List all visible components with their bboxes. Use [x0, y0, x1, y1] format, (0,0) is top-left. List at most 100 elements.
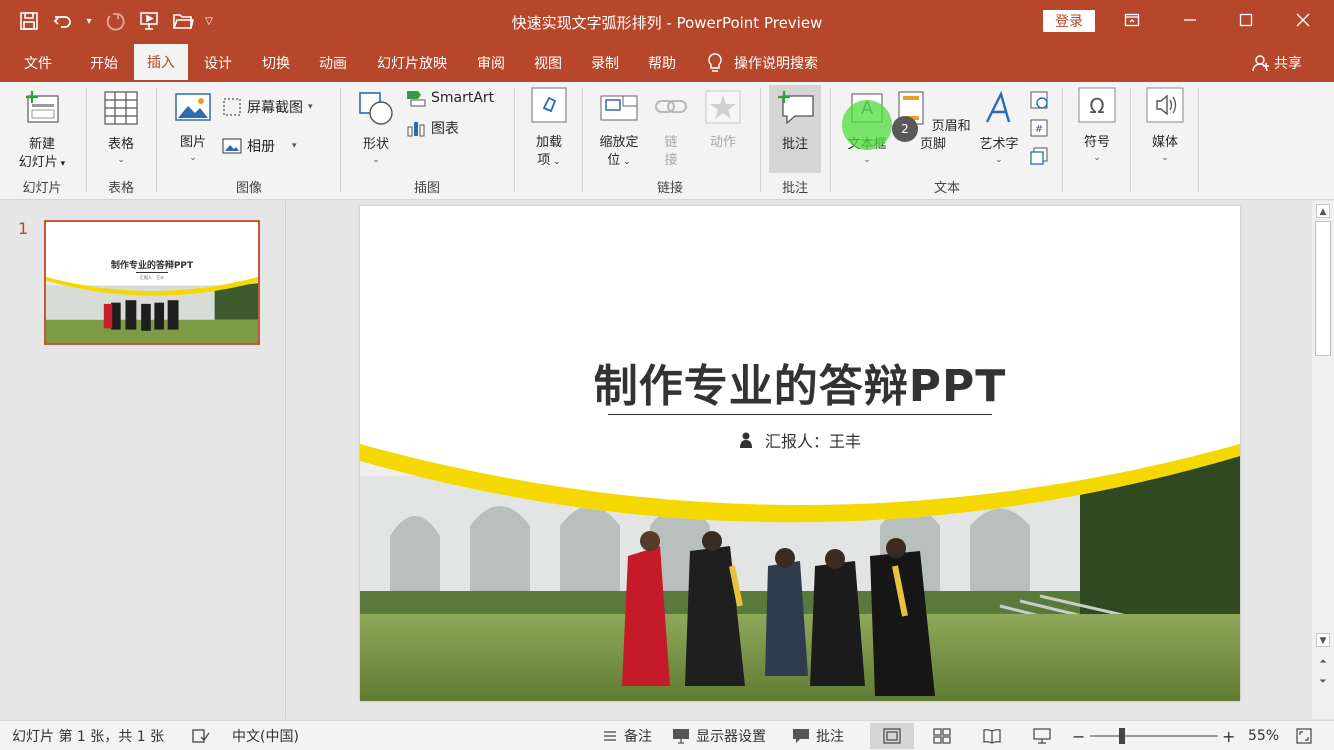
- svg-text:Ω: Ω: [1089, 94, 1104, 118]
- slide-title[interactable]: 制作专业的答辩PPT: [360, 350, 1240, 414]
- pictures-label: 图片: [179, 135, 206, 150]
- tab-slideshow[interactable]: 幻灯片放映: [362, 44, 462, 82]
- zoom-in-button[interactable]: +: [1222, 721, 1235, 750]
- login-button[interactable]: 登录: [1043, 10, 1095, 32]
- normal-view-icon[interactable]: [870, 723, 914, 749]
- tab-view[interactable]: 视图: [520, 44, 576, 82]
- person-icon: [1252, 55, 1269, 72]
- notes-button[interactable]: 备注: [602, 721, 652, 750]
- wordart-icon: [985, 90, 1011, 123]
- minimize-icon[interactable]: [1162, 0, 1218, 40]
- tell-me-search[interactable]: 操作说明搜索: [706, 44, 818, 82]
- slide-thumbnail[interactable]: 制作专业的答辩PPT 汇报人：王丰: [44, 220, 260, 345]
- link-icon: [655, 100, 687, 113]
- thumbnail-photo: [46, 222, 258, 343]
- smartart-icon: [407, 91, 426, 107]
- action-button[interactable]: 动作: [698, 90, 748, 152]
- scrollbar-thumb[interactable]: [1315, 221, 1331, 356]
- slide-number-button[interactable]: #: [1029, 118, 1049, 138]
- zoom-out-button[interactable]: −: [1072, 721, 1085, 750]
- accessibility-icon[interactable]: [192, 721, 210, 750]
- ribbon-insert: 新建 幻灯片 ▾ 幻灯片 表格 ⌄ 表格 图片 ⌄ 屏幕截图 ▾ 相册 ▾ 图像 形…: [0, 82, 1334, 282]
- tab-insert[interactable]: 插入: [134, 44, 188, 82]
- tab-design[interactable]: 设计: [190, 44, 246, 82]
- zoom-label-1: 缩放定: [599, 135, 639, 150]
- redo-icon[interactable]: [100, 6, 130, 36]
- maximize-icon[interactable]: [1218, 0, 1274, 40]
- group-separator: [1062, 88, 1063, 192]
- date-time-button[interactable]: [1029, 90, 1049, 110]
- comments-icon: [793, 729, 809, 743]
- customize-qat-icon[interactable]: ▽: [202, 16, 216, 27]
- comments-button[interactable]: 批注: [792, 721, 844, 750]
- zoom-button[interactable]: 缩放定 位 ⌄: [590, 90, 648, 171]
- group-separator: [156, 88, 157, 192]
- fit-to-window-icon[interactable]: [1296, 721, 1312, 750]
- scroll-down-arrow-icon[interactable]: ▼: [1316, 633, 1330, 647]
- slide-background-photo: [360, 444, 1240, 701]
- language-indicator[interactable]: 中文(中国): [232, 721, 299, 750]
- reading-view-icon[interactable]: [970, 723, 1014, 749]
- table-button[interactable]: 表格 ⌄: [94, 90, 148, 166]
- tab-help[interactable]: 帮助: [634, 44, 690, 82]
- slideshow-view-icon[interactable]: [1020, 723, 1064, 749]
- action-label: 动作: [709, 135, 736, 150]
- group-separator: [340, 88, 341, 192]
- shapes-button[interactable]: 形状 ⌄: [350, 90, 402, 166]
- smartart-label: SmartArt: [431, 90, 495, 106]
- reporter-text: 汇报人：王丰: [764, 432, 861, 451]
- slide-subtitle[interactable]: 汇报人：王丰: [360, 428, 1240, 452]
- tab-home[interactable]: 开始: [76, 44, 132, 82]
- smartart-button[interactable]: SmartArt: [406, 89, 494, 107]
- group-separator: [1198, 88, 1199, 192]
- tab-animations[interactable]: 动画: [305, 44, 361, 82]
- svg-text:#: #: [1035, 124, 1043, 135]
- symbol-button[interactable]: Ω 符号 ⌄: [1074, 86, 1120, 164]
- object-button[interactable]: [1029, 146, 1049, 166]
- pictures-button[interactable]: 图片 ⌄: [166, 90, 220, 164]
- screenshot-button[interactable]: 屏幕截图 ▾: [222, 97, 313, 117]
- link-button[interactable]: 链 接: [650, 90, 692, 170]
- tab-record[interactable]: 录制: [577, 44, 633, 82]
- new-slide-button[interactable]: 新建 幻灯片 ▾: [8, 90, 76, 173]
- addins-icon: [531, 87, 567, 123]
- zoom-percentage[interactable]: 55%: [1248, 721, 1279, 750]
- open-folder-icon[interactable]: [168, 6, 198, 36]
- undo-dropdown-icon[interactable]: ▾: [82, 16, 96, 27]
- undo-icon[interactable]: [48, 6, 78, 36]
- ribbon-tabs: 文件 开始 插入 设计 切换 动画 幻灯片放映 审阅 视图 录制 帮助 操作说明…: [0, 44, 1334, 82]
- close-icon[interactable]: [1275, 0, 1331, 40]
- comment-button[interactable]: 批注: [769, 90, 821, 154]
- slide-thumbnail-number: 1: [18, 219, 29, 238]
- ribbon-display-options-icon[interactable]: [1104, 0, 1160, 40]
- zoom-slider[interactable]: [1090, 728, 1218, 744]
- addins-label-2: 项: [537, 153, 551, 168]
- save-icon[interactable]: [14, 6, 44, 36]
- zoom-slider-thumb[interactable]: [1119, 728, 1125, 744]
- photo-album-button[interactable]: 相册 ▾: [222, 136, 297, 156]
- share-button[interactable]: 共享: [1252, 44, 1302, 82]
- tab-transitions[interactable]: 切换: [248, 44, 304, 82]
- vertical-scrollbar[interactable]: ▲ ▼ ⏶ ⏷: [1312, 201, 1334, 719]
- tell-me-label: 操作说明搜索: [734, 56, 818, 72]
- next-slide-icon[interactable]: ⏷: [1316, 675, 1330, 689]
- addins-button[interactable]: 加载 项 ⌄: [524, 86, 574, 171]
- slide-sorter-view-icon[interactable]: [920, 723, 964, 749]
- photo-album-icon: [222, 138, 242, 154]
- media-button[interactable]: 媒体 ⌄: [1142, 86, 1188, 164]
- new-slide-label-2: 幻灯片: [18, 155, 58, 170]
- tab-file[interactable]: 文件: [12, 44, 64, 82]
- title-bar: ▾ ▽ 快速实现文字弧形排列 - PowerPoint Preview 登录: [0, 0, 1334, 44]
- share-label: 共享: [1274, 56, 1302, 72]
- media-label: 媒体: [1151, 135, 1178, 150]
- tab-review[interactable]: 审阅: [464, 44, 518, 82]
- present-from-beginning-icon[interactable]: [134, 6, 164, 36]
- display-settings-button[interactable]: 显示器设置: [672, 721, 766, 750]
- group-label-links: 链接: [656, 181, 683, 196]
- previous-slide-icon[interactable]: ⏶: [1316, 655, 1330, 669]
- new-slide-label-1: 新建: [28, 137, 55, 152]
- scroll-up-arrow-icon[interactable]: ▲: [1316, 204, 1330, 218]
- wordart-button[interactable]: 艺术字 ⌄: [974, 90, 1024, 166]
- slide-canvas[interactable]: 制作专业的答辩PPT 汇报人：王丰: [360, 206, 1240, 701]
- chart-button[interactable]: 图表: [406, 118, 459, 138]
